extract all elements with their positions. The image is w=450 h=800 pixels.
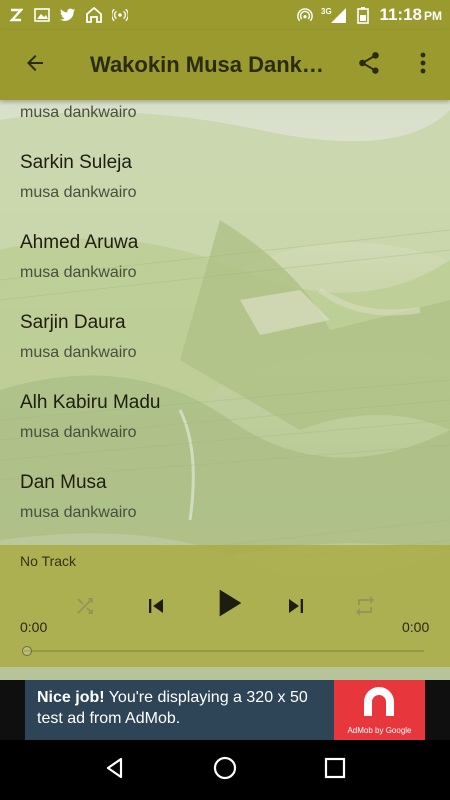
- home-circle-icon: [212, 755, 238, 786]
- status-clock: 11:18 PM: [379, 5, 442, 25]
- more-options-button[interactable]: [402, 44, 444, 86]
- track-artist: musa dankwairo: [20, 504, 137, 521]
- track-title: Alh Kabiru Madu: [20, 392, 161, 413]
- status-time: 11:18: [379, 5, 422, 24]
- total-duration: 0:00: [402, 619, 430, 635]
- track-artist: musa dankwairo: [20, 184, 137, 201]
- music-player: No Track 0:00 0:00: [0, 545, 450, 667]
- system-nav-bar: [0, 740, 450, 800]
- track-item[interactable]: musa dankwairo: [0, 100, 450, 140]
- page-title: Wakokin Musa Dankwairo: [90, 52, 330, 77]
- track-title: Ahmed Aruwa: [20, 232, 139, 253]
- seek-bar[interactable]: [24, 650, 424, 652]
- arrow-left-icon: [23, 51, 47, 80]
- nav-home-button[interactable]: [205, 750, 245, 790]
- track-artist: musa dankwairo: [20, 264, 137, 281]
- track-item[interactable]: Dan Musa musa dankwairo: [0, 460, 450, 540]
- image-icon: [34, 7, 50, 23]
- admob-logo-label: AdMob by Google: [347, 726, 412, 735]
- signal-icon: 3G: [321, 7, 347, 23]
- track-title: Sarjin Daura: [20, 312, 126, 333]
- status-ampm: PM: [424, 9, 442, 23]
- shuffle-button[interactable]: [68, 591, 102, 625]
- ad-area: Nice job! You're displaying a 320 x 50 t…: [0, 680, 450, 740]
- elapsed-time: 0:00: [20, 619, 48, 635]
- ad-headline: Nice job!: [37, 689, 105, 706]
- previous-button[interactable]: [136, 588, 176, 628]
- wifi-hotspot-icon: [297, 7, 314, 23]
- track-item[interactable]: Alh Kabiru Madu musa dankwairo: [0, 380, 450, 460]
- share-button[interactable]: [348, 44, 390, 86]
- z-app-icon: [8, 7, 24, 23]
- track-artist: musa dankwairo: [20, 344, 137, 361]
- status-bar: 3G 11:18 PM: [0, 0, 450, 30]
- nav-back-button[interactable]: [95, 750, 135, 790]
- track-list[interactable]: musa dankwairo Sarkin Suleja musa dankwa…: [0, 100, 450, 545]
- share-icon: [356, 50, 382, 81]
- track-item[interactable]: Ahmed Aruwa musa dankwairo: [0, 220, 450, 300]
- repeat-icon: [353, 594, 377, 623]
- nav-recents-button[interactable]: [315, 750, 355, 790]
- back-button[interactable]: [0, 30, 70, 100]
- next-button[interactable]: [276, 588, 316, 628]
- home-icon: [86, 7, 102, 23]
- now-playing-title: No Track: [20, 553, 77, 569]
- skip-previous-icon: [142, 592, 170, 625]
- shuffle-icon: [73, 594, 97, 623]
- track-title: Dan Musa: [20, 472, 107, 493]
- recents-square-icon: [324, 757, 346, 784]
- battery-icon: [355, 7, 371, 24]
- track-artist: musa dankwairo: [20, 424, 137, 441]
- status-notifications: [8, 7, 128, 23]
- repeat-button[interactable]: [348, 591, 382, 625]
- seek-thumb[interactable]: [22, 646, 32, 656]
- play-button[interactable]: [204, 581, 252, 629]
- back-triangle-icon: [103, 756, 127, 785]
- play-icon: [208, 583, 248, 628]
- broadcast-icon: [112, 7, 128, 23]
- svg-text:3G: 3G: [321, 7, 332, 16]
- ad-text: Nice job! You're displaying a 320 x 50 t…: [37, 687, 337, 729]
- ad-banner[interactable]: Nice job! You're displaying a 320 x 50 t…: [25, 680, 425, 740]
- track-item[interactable]: Sarjin Daura musa dankwairo: [0, 300, 450, 380]
- admob-logo: AdMob by Google: [334, 680, 425, 740]
- background-strip: [0, 667, 450, 680]
- track-item[interactable]: Sarkin Suleja musa dankwairo: [0, 140, 450, 220]
- track-artist: musa dankwairo: [20, 104, 137, 121]
- more-vertical-icon: [420, 52, 426, 79]
- twitter-icon: [60, 7, 76, 23]
- skip-next-icon: [282, 592, 310, 625]
- admob-logo-icon: [364, 687, 394, 716]
- status-system: 3G 11:18 PM: [297, 5, 442, 25]
- app-bar: Wakokin Musa Dankwairo: [0, 30, 450, 100]
- track-title: Sarkin Suleja: [20, 152, 132, 173]
